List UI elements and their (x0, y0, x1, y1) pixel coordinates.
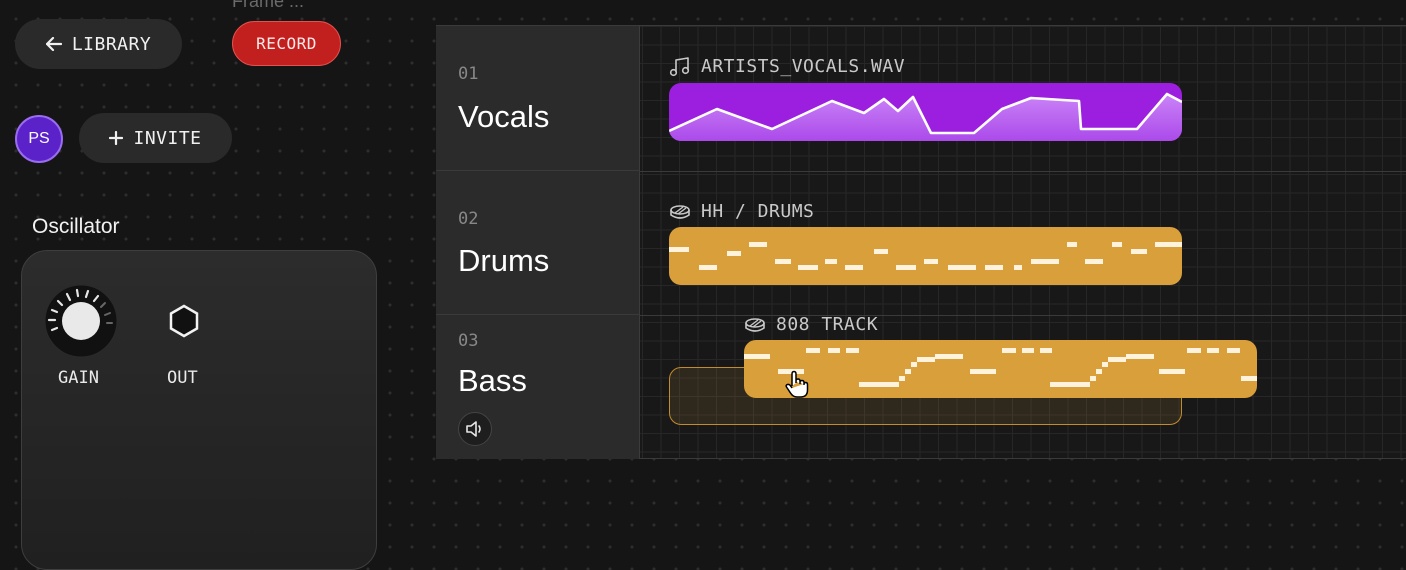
track-name: Drums (458, 243, 550, 278)
frame-label: Frame ... (232, 0, 305, 11)
clip-label-808: 808 TRACK (744, 314, 878, 335)
track-number: 03 (458, 331, 479, 351)
track-divider (640, 171, 1406, 172)
hand-cursor-icon (784, 370, 810, 400)
gain-label: GAIN (58, 368, 99, 388)
mute-button[interactable] (458, 412, 492, 446)
invite-button[interactable]: INVITE (79, 113, 232, 163)
drums-clip[interactable] (669, 227, 1182, 285)
library-label: LIBRARY (71, 33, 152, 55)
drum-icon (745, 317, 765, 332)
drum-icon (670, 204, 690, 219)
knob-icon (44, 284, 118, 358)
bass-pattern (744, 348, 1257, 387)
invite-label: INVITE (133, 127, 202, 149)
gain-knob[interactable] (44, 284, 118, 358)
out-port[interactable] (168, 303, 200, 339)
oscillator-title: Oscillator (32, 215, 120, 238)
drum-pattern (669, 242, 1182, 270)
clip-name: ARTISTS_VOCALS.WAV (701, 56, 906, 77)
speaker-icon (466, 421, 481, 437)
clip-name: 808 TRACK (776, 314, 879, 335)
track-name: Vocals (458, 99, 550, 134)
plus-icon (109, 131, 124, 145)
track-number: 01 (458, 64, 479, 84)
808-clip[interactable] (744, 340, 1257, 398)
waveform (669, 92, 1182, 141)
track-name: Bass (458, 363, 527, 398)
arrow-left-icon (45, 37, 62, 51)
track-header-vocals[interactable]: 01 Vocals (436, 26, 640, 171)
clip-name: HH / DRUMS (701, 201, 815, 222)
library-button[interactable]: LIBRARY (15, 19, 182, 69)
avatar[interactable]: PS (15, 115, 63, 163)
clip-label-vocals: ARTISTS_VOCALS.WAV (669, 56, 905, 77)
hexagon-port-icon (169, 304, 199, 338)
vocals-clip[interactable] (669, 83, 1182, 141)
track-header-drums[interactable]: 02 Drums (436, 171, 640, 315)
clip-label-drums: HH / DRUMS (669, 201, 814, 222)
out-label: OUT (167, 368, 198, 388)
record-button[interactable]: RECORD (232, 21, 341, 66)
music-note-icon (669, 56, 690, 76)
track-number: 02 (458, 209, 479, 229)
